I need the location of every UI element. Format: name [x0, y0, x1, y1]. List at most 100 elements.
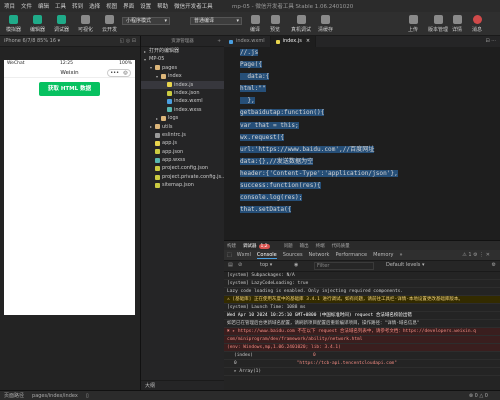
devtools-top-tab-label: 调试器	[243, 243, 257, 249]
tree-item[interactable]: project.config.json	[141, 164, 224, 172]
code-line-text: },	[240, 97, 255, 105]
tree-item[interactable]: index.wxml	[141, 97, 224, 105]
tree-item[interactable]: index.wxss	[141, 106, 224, 114]
clear-cache-button[interactable]: 清缓存	[318, 15, 333, 33]
tree-item[interactable]: index.json	[141, 89, 224, 97]
upload-button[interactable]: 上传	[408, 15, 418, 33]
devtools-tab[interactable]: Sources	[283, 252, 303, 258]
debugger-label: 调试器	[54, 27, 70, 33]
menu-item[interactable]: 选择	[89, 2, 100, 10]
clear-console-icon[interactable]: ⊘	[238, 262, 242, 268]
context-select[interactable]: top ▾	[260, 262, 272, 268]
code-line-text: //.js	[240, 49, 259, 56]
version-label: 版本管理	[428, 27, 449, 33]
phone-screen: WeChat 12:25 100% Weixin ••• ◎ 获取 HTML 数…	[4, 60, 135, 315]
code-area[interactable]: //.js Page({ data:{html:"" }, getbaidutap:…	[224, 47, 500, 240]
devtools-top-tab[interactable]: 调试器 1,2	[243, 243, 277, 249]
messages-button[interactable]: 消息	[472, 15, 482, 33]
simulator-label: 模拟器	[6, 27, 22, 33]
menu-item[interactable]: 编辑	[38, 2, 49, 10]
more-icon[interactable]: •••	[110, 70, 119, 76]
menu-item[interactable]: 界面	[123, 2, 134, 10]
menu-item[interactable]: 微信开发者工具	[174, 2, 213, 10]
line-gutter	[224, 47, 240, 240]
status-item[interactable]: pages/index/index	[32, 393, 78, 399]
log-levels-select[interactable]: Default levels ▾	[386, 262, 424, 268]
console-line: [system] LazyCodeLoading: true	[224, 280, 500, 288]
tree-item[interactable]: ▸ utils	[141, 123, 224, 131]
devtools-top-tab[interactable]: 输出	[300, 243, 309, 249]
remote-debug-button[interactable]: 真机调试	[291, 15, 311, 33]
version-button[interactable]: 版本管理	[428, 15, 448, 33]
settings-icon[interactable]: ⚙	[492, 262, 496, 268]
devtools-right-icons[interactable]: ⚠ 1 ⚙ ⋮ ✕	[462, 252, 490, 258]
details-icon	[452, 15, 462, 24]
capsule-menu[interactable]: ••• ◎	[107, 69, 131, 77]
devtools-top-tab[interactable]: 问题	[284, 243, 293, 249]
sidebar-toggle-icon[interactable]: ▤	[228, 262, 233, 268]
devtools-tab[interactable]: Wxml	[237, 252, 251, 258]
devtools-top-tab[interactable]: 终端	[316, 243, 325, 249]
tree-item[interactable]: app.js	[141, 139, 224, 147]
simulator-tools-icon[interactable]: ◱ ◎ ⊟	[120, 36, 136, 47]
devtools-tab[interactable]: Network	[309, 252, 330, 258]
editor-tools-icon[interactable]: ⊟ ···	[485, 38, 496, 44]
devtools-tab[interactable]: Console	[256, 252, 277, 259]
simulator-toggle-button[interactable]: 模拟器	[6, 15, 21, 33]
devtools-tab[interactable]: Memory	[373, 252, 393, 258]
menu-item[interactable]: 设置	[140, 2, 151, 10]
compile-button[interactable]: 编译	[250, 15, 260, 33]
tree-item[interactable]: ▸ 打开的编辑器	[141, 47, 224, 55]
menu-item[interactable]: 视图	[106, 2, 117, 10]
close-circle-icon[interactable]: ◎	[123, 70, 127, 76]
menu-item[interactable]: 转到	[72, 2, 83, 10]
close-icon[interactable]: ×	[306, 36, 310, 47]
compile-select[interactable]: 普通编译	[190, 17, 242, 25]
upload-icon	[408, 15, 418, 24]
json-file-icon	[155, 182, 160, 188]
tree-item-label: logs	[168, 115, 179, 122]
eye-icon[interactable]: ◉	[294, 262, 298, 268]
device-select[interactable]: iPhone 6/7/8 85% 16 ▾	[4, 38, 60, 44]
cloud-dev-button[interactable]: 云开发	[102, 15, 117, 33]
code-lines[interactable]: //.js Page({ data:{html:"" }, getbaidutap:…	[240, 47, 398, 216]
tree-item-label: index.wxml	[174, 98, 203, 105]
devtools-top-tab[interactable]: 代码质量	[332, 243, 350, 249]
tree-item[interactable]: ▾ MP-05	[141, 55, 224, 63]
tree-item[interactable]: sitemap.json	[141, 181, 224, 189]
menu-item[interactable]: 工具	[55, 2, 66, 10]
console-line: (env: Windows,mp,1.06.2401020; lib: 3.4.…	[224, 344, 500, 352]
console-filter-input[interactable]: Filter	[314, 262, 374, 270]
new-file-icon[interactable]: +	[217, 36, 221, 47]
tree-item[interactable]: ▾ index	[141, 72, 224, 80]
tree-item[interactable]: ▸ logs	[141, 114, 224, 122]
problem-counts[interactable]: ⊗ 0 △ 0	[469, 391, 488, 400]
editor-tab-label: index.js	[282, 38, 302, 44]
tree-item[interactable]: eslintrc.js	[141, 131, 224, 139]
details-button[interactable]: 详情	[452, 15, 462, 33]
debugger-toggle-button[interactable]: 调试器	[54, 15, 69, 33]
editor-toggle-button[interactable]: 编辑器	[30, 15, 45, 33]
app-window: 项目 文件 编辑 工具 转到 选择 视图 界面 设置 帮助 微信开发者工具 mp-05 - 微信开发者…	[0, 0, 500, 400]
menu-item[interactable]: 帮助	[157, 2, 168, 10]
inspect-icon[interactable]: ⬚	[227, 252, 232, 258]
editor-tab[interactable]: index.wxml	[224, 36, 271, 47]
tree-item-label: sitemap.json	[162, 182, 194, 189]
tree-item[interactable]: index.js	[141, 80, 224, 89]
tree-item[interactable]: app.json	[141, 148, 224, 156]
menu-item[interactable]: 文件	[21, 2, 32, 10]
get-html-button[interactable]: 获取 HTML 数据	[39, 82, 100, 96]
menu-item[interactable]: 项目	[4, 2, 15, 10]
mode-select[interactable]: 小程序模式	[122, 17, 170, 25]
devtools-top-tab[interactable]: 构建	[227, 243, 236, 249]
outline-section[interactable]: 大纲	[141, 380, 225, 390]
preview-button[interactable]: 预览	[270, 15, 280, 33]
tree-item[interactable]: ▾ pages	[141, 64, 224, 72]
tree-item-label: app.wxss	[162, 157, 186, 164]
tree-item[interactable]: app.wxss	[141, 156, 224, 164]
devtools-tab[interactable]: Performance	[335, 252, 367, 258]
more-tabs-icon[interactable]: »	[399, 252, 402, 258]
visual-toggle-button[interactable]: 可视化	[78, 15, 93, 33]
editor-tab[interactable]: index.js ×	[270, 36, 317, 47]
tree-item[interactable]: project.private.config.js...	[141, 173, 224, 181]
